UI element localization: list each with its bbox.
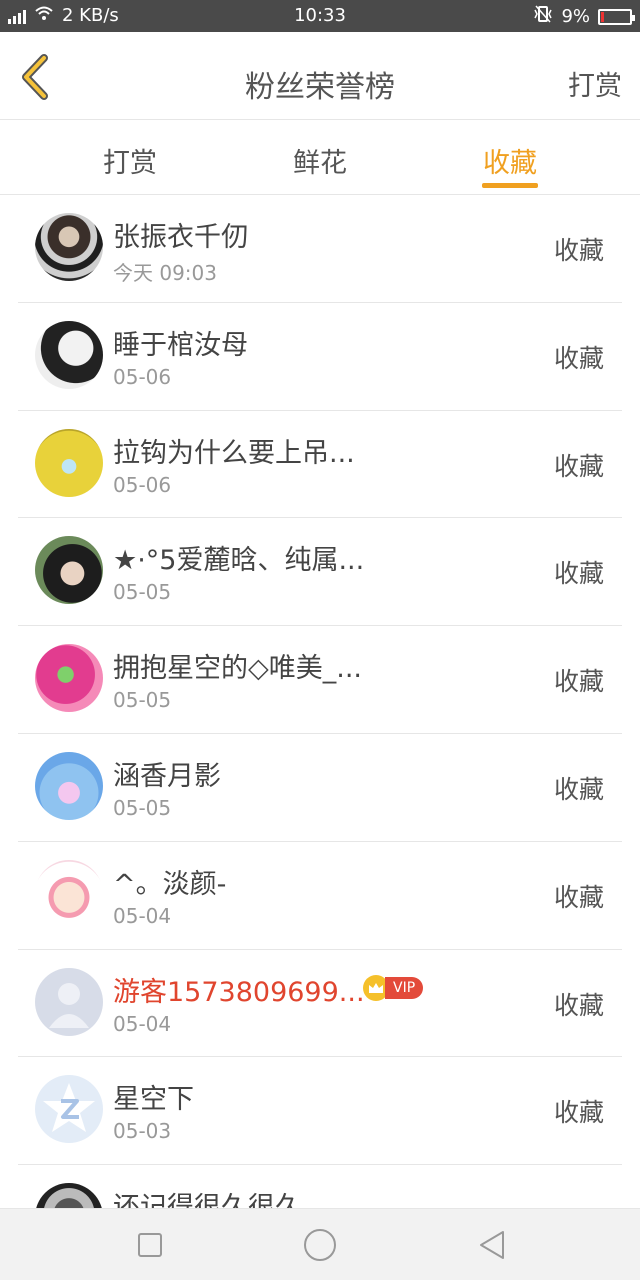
tab-favorites[interactable]: 收藏 [483, 141, 537, 180]
avatar [35, 644, 103, 713]
item-action-label: 收藏 [553, 882, 604, 912]
user-name: 张振衣千仞 [113, 222, 248, 253]
item-action-label: 收藏 [553, 667, 604, 697]
header: 粉丝荣誉榜 打赏 [0, 32, 640, 120]
square-icon [138, 1233, 162, 1257]
circle-icon [304, 1229, 336, 1261]
tab-flowers[interactable]: 鲜花 [293, 141, 347, 180]
user-name: ^。淡颜- [113, 868, 227, 900]
avatar [35, 320, 103, 389]
item-date: 05-04 [113, 1011, 172, 1036]
item-date: 今天 09:03 [113, 261, 217, 285]
tab-indicator [482, 183, 538, 188]
item-action-label: 收藏 [553, 236, 604, 265]
item-action-label: 收藏 [553, 774, 604, 804]
vip-badge: VIP [363, 974, 424, 1001]
home-button[interactable] [302, 1227, 338, 1263]
list-item[interactable]: 拥抱星空的◇唯美_... 05-05 收藏 [18, 626, 622, 734]
back-nav-button[interactable] [474, 1227, 510, 1263]
item-date: 05-06 [113, 364, 172, 389]
user-name: 睡于棺汝母 [113, 329, 248, 361]
user-name: 星空下 [113, 1084, 194, 1116]
battery-icon [598, 8, 635, 25]
list-item[interactable]: 还记得很久很久 [18, 1165, 622, 1208]
item-date: 05-06 [113, 472, 172, 497]
avatar [35, 859, 103, 928]
list-item[interactable]: 游客1573809699... VIP 05-04 收藏 [18, 950, 622, 1058]
item-date: 05-04 [113, 903, 172, 928]
user-name: 涵香月影 [113, 760, 221, 792]
tab-reward[interactable]: 打赏 [103, 141, 157, 180]
page-title: 粉丝荣誉榜 [245, 70, 395, 105]
user-name: ★·°5爱麓晗、纯属... [113, 545, 365, 577]
item-date: 05-05 [113, 580, 172, 605]
system-nav-bar [0, 1208, 640, 1280]
status-bar: 2 KB/s 10:33 9% [0, 0, 640, 32]
list-item[interactable]: 星空下 05-03 收藏 [18, 1057, 622, 1166]
default-avatar-icon [35, 1075, 103, 1144]
reward-button[interactable]: 打赏 [568, 64, 622, 103]
user-name: 拥抱星空的◇唯美_... [113, 653, 363, 685]
list-item[interactable]: 张振衣千仞 今天 09:03 收藏 [18, 195, 622, 303]
list-item[interactable]: 睡于棺汝母 05-06 收藏 [18, 303, 622, 411]
list-item[interactable]: ★·°5爱麓晗、纯属... 05-05 收藏 [18, 518, 622, 627]
battery-percent: 9% [561, 6, 590, 27]
item-date: 05-05 [113, 795, 172, 820]
item-action-label: 收藏 [553, 1098, 604, 1128]
avatar [35, 213, 103, 281]
vip-label: VIP [385, 976, 424, 999]
list-item[interactable]: ^。淡颜- 05-04 收藏 [18, 842, 622, 950]
item-action-label: 收藏 [553, 343, 604, 373]
item-date: 05-05 [113, 688, 172, 713]
avatar [35, 751, 103, 820]
item-action-label: 收藏 [553, 990, 604, 1020]
recent-apps-button[interactable] [132, 1227, 168, 1263]
avatar [35, 536, 103, 605]
fan-list: 张振衣千仞 今天 09:03 收藏 睡于棺汝母 05-06 收藏 拉钩为什么要上… [0, 195, 640, 1208]
item-date: 05-03 [113, 1119, 172, 1144]
tab-bar: 打赏 鲜花 收藏 [0, 121, 640, 195]
user-name: 还记得很久很久 [113, 1192, 302, 1208]
item-action-label: 收藏 [553, 559, 604, 589]
avatar [35, 428, 103, 497]
vibrate-icon [533, 5, 553, 28]
list-item[interactable]: 涵香月影 05-05 收藏 [18, 734, 622, 842]
list-item[interactable]: 拉钩为什么要上吊... 05-06 收藏 [18, 411, 622, 519]
user-name: 拉钩为什么要上吊... [113, 437, 355, 469]
item-action-label: 收藏 [553, 451, 604, 481]
user-name: 游客1573809699... [113, 976, 365, 1008]
avatar [35, 1183, 103, 1208]
triangle-back-icon [480, 1231, 504, 1259]
default-avatar-icon [35, 967, 103, 1036]
